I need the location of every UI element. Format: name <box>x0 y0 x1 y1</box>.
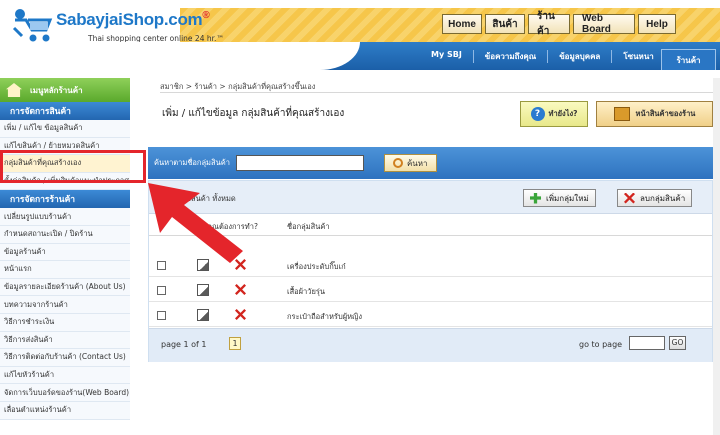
edit-icon[interactable] <box>197 284 209 296</box>
sidebar-item-webboard[interactable]: จัดการเว็บบอร์ดของร้าน(Web Board) <box>0 384 130 402</box>
pager: page 1 of 1 1 go to page GO <box>149 328 712 362</box>
top-navigation: Home สินค้า ร้านค้า Web Board Help <box>442 11 676 37</box>
sidebar-item-shipping[interactable]: วิธีการส่งสินค้า <box>0 331 130 350</box>
nav-products-button[interactable]: สินค้า <box>485 14 525 34</box>
nav-stores-button[interactable]: ร้านค้า <box>528 11 570 37</box>
sidebar-item-payment[interactable]: วิธีการชำระเงิน <box>0 313 130 332</box>
delete-icon[interactable] <box>235 309 246 320</box>
nav-home-button[interactable]: Home <box>442 14 482 34</box>
home-icon <box>6 83 22 97</box>
col-name: ชื่อกลุ่มสินค้า <box>287 222 330 231</box>
delete-icon[interactable] <box>235 284 246 295</box>
tab-store-active[interactable]: ร้านค้า <box>661 49 716 70</box>
nav-webboard-button[interactable]: Web Board <box>573 13 635 35</box>
row-checkbox[interactable] <box>157 311 166 320</box>
brand-name: SabayjaiShop.com® <box>56 10 210 29</box>
subnav-messages[interactable]: ข้อความถึงคุณ <box>472 50 547 63</box>
sidebar-item-store-status[interactable]: กำหนดสถานะเปิด / ปิดร้าน <box>0 225 130 244</box>
box-icon <box>613 107 630 121</box>
sidebar-section-products: การจัดการสินค้า <box>0 102 130 120</box>
subnav-zone[interactable]: โซนหนา <box>611 50 664 63</box>
sidebar-item-home-page[interactable]: หน้าแรก <box>0 261 130 279</box>
edit-icon[interactable] <box>197 309 209 321</box>
sidebar-item-store-rank[interactable]: เลื่อนตำแหน่งร้านค้า <box>0 401 130 420</box>
sidebar-home[interactable]: เมนูหลักร้านค้า <box>0 78 130 102</box>
page-number-link[interactable]: 1 <box>229 337 241 350</box>
go-button[interactable]: GO <box>669 336 686 350</box>
search-button[interactable]: ค้นหา <box>383 154 437 172</box>
search-input[interactable] <box>235 155 364 171</box>
plus-icon <box>530 192 541 204</box>
row-checkbox[interactable] <box>157 286 166 295</box>
nav-help-button[interactable]: Help <box>638 14 676 34</box>
goto-label: go to page <box>579 340 623 349</box>
question-icon: ? <box>530 107 545 121</box>
highlight-box <box>0 150 146 183</box>
search-icon <box>392 158 403 168</box>
delete-group-button[interactable]: ลบกลุ่มสินค้า <box>617 189 693 207</box>
page-title: เพิ่ม / แก้ไขข้อมูล กลุ่มสินค้าที่คุณสร้… <box>162 108 345 119</box>
sidebar-item-contact-us[interactable]: วิธีการติดต่อกับร้านค้า (Contact Us) <box>0 349 130 367</box>
table-row: เสื้อผ้าวัยรุ่น <box>149 278 712 302</box>
help-button[interactable]: ? ทำยังไง? <box>520 101 588 127</box>
sidebar-item-about-us[interactable]: ข้อมูลรายละเอียดร้านค้า (About Us) <box>0 278 130 297</box>
red-arrow-icon <box>148 183 243 263</box>
sidebar-item-store-info[interactable]: ข้อมูลร้านค้า <box>0 243 130 262</box>
sidebar-item-articles[interactable]: บทความจากร้านค้า <box>0 296 130 314</box>
group-name: เสื้อผ้าวัยรุ่น <box>287 287 326 296</box>
group-name: เครื่องประดับกิ๊บเก๋ <box>287 262 346 271</box>
header: SabayjaiShop.com® Thai shopping center o… <box>0 0 720 70</box>
sidebar: เมนูหลักร้านค้า การจัดการสินค้า เพิ่ม / … <box>0 78 130 435</box>
table-row: กระเป๋าถือสำหรับผู้หญิง <box>149 303 712 327</box>
subnav-my-sbj[interactable]: My SBJ <box>420 50 473 63</box>
group-name: กระเป๋าถือสำหรับผู้หญิง <box>287 312 363 321</box>
sidebar-section-store: การจัดการร้านค้า <box>0 190 130 209</box>
sidebar-item-store-header[interactable]: แก้ไขหัวร้านค้า <box>0 366 130 385</box>
sidebar-item-edit-products[interactable]: เพิ่ม / แก้ไข ข้อมูลสินค้า <box>0 120 130 138</box>
store-products-button[interactable]: หน้าสินค้าของร้าน <box>596 101 713 127</box>
shopping-cart-logo-icon <box>12 9 53 42</box>
sidebar-item-store-theme[interactable]: เปลี่ยนรูปแบบร้านค้า <box>0 208 130 226</box>
search-label: ค้นหาตามชื่อกลุ่มสินค้า <box>154 158 230 167</box>
page-info: page 1 of 1 <box>161 340 207 349</box>
delete-icon <box>624 192 635 204</box>
scrollbar[interactable] <box>713 78 720 435</box>
subnav-profile[interactable]: ข้อมูลบุคคล <box>547 50 611 63</box>
goto-page-input[interactable] <box>629 336 665 350</box>
search-panel: ค้นหาตามชื่อกลุ่มสินค้า ค้นหา <box>148 147 713 179</box>
sub-navigation: My SBJ ข้อความถึงคุณ ข้อมูลบุคคล โซนหนา <box>0 42 720 70</box>
add-group-button[interactable]: เพิ่มกลุ่มใหม่ <box>523 189 596 207</box>
